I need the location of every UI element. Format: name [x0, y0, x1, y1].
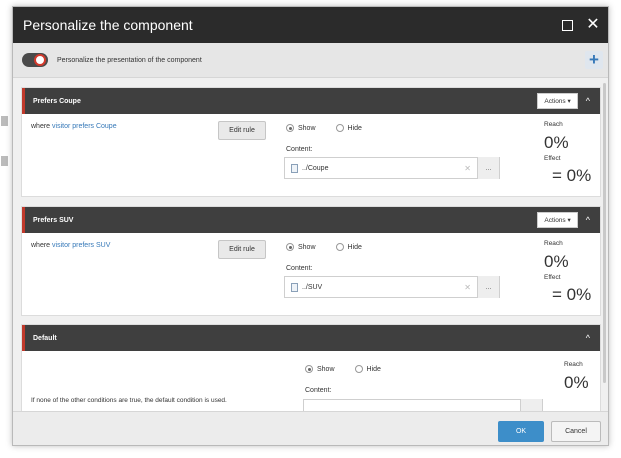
edit-rule-button[interactable]: Edit rule [218, 121, 266, 140]
show-label: Show [298, 243, 316, 251]
actions-dropdown[interactable]: Actions ▾ [537, 93, 578, 109]
rule-header: Default ^ [22, 325, 600, 351]
browse-button[interactable]: ... [477, 157, 499, 179]
personalize-toggle-label: Personalize the presentation of the comp… [57, 56, 202, 64]
rules-list: Prefers Coupe Actions ▾ ^ where visitor … [13, 79, 608, 411]
content-label: Content: [286, 265, 313, 272]
rule-card: Prefers Coupe Actions ▾ ^ where visitor … [21, 87, 601, 197]
scrollbar[interactable] [603, 83, 606, 383]
dialog-title: Personalize the component [23, 17, 193, 33]
close-icon: ✕ [586, 16, 600, 33]
show-radio[interactable] [286, 124, 294, 132]
rule-card: Prefers SUV Actions ▾ ^ where visitor pr… [21, 206, 601, 316]
browse-button[interactable] [520, 399, 542, 411]
show-radio[interactable] [286, 243, 294, 251]
hide-radio[interactable] [335, 243, 344, 251]
content-label: Content: [286, 146, 313, 153]
maximize-button[interactable] [556, 14, 578, 36]
personalize-dialog: Personalize the component ✕ Personalize … [12, 6, 609, 446]
reach-value: 0% [544, 252, 569, 271]
show-hide-options: Show Hide [286, 124, 362, 132]
rule-name: Default [33, 334, 57, 342]
browse-button[interactable]: ... [477, 276, 499, 298]
default-description: If none of the other conditions are true… [31, 397, 227, 404]
actions-label: Actions [544, 217, 566, 224]
effect-value: = 0% [552, 166, 592, 185]
show-label: Show [317, 365, 335, 373]
rule-condition: where visitor prefers Coupe [31, 123, 117, 130]
ok-button[interactable]: OK [498, 421, 544, 442]
reach-label: Reach [544, 121, 563, 128]
background-fragment [1, 116, 8, 126]
show-radio[interactable] [305, 365, 313, 373]
personalize-toggle-bar: Personalize the presentation of the comp… [13, 43, 608, 78]
file-icon [291, 163, 298, 173]
effect-value: = 0% [552, 285, 592, 304]
rule-body: where visitor prefers SUV Edit rule Show… [22, 233, 600, 315]
hide-label: Hide [347, 243, 362, 251]
collapse-icon[interactable]: ^ [586, 333, 590, 343]
caret-down-icon: ▾ [567, 98, 571, 105]
toggle-knob [34, 54, 46, 66]
show-hide-options: Show Hide [305, 365, 381, 373]
hide-label: Hide [347, 124, 362, 132]
reach-value: 0% [544, 133, 569, 152]
reach-label: Reach [564, 361, 583, 368]
content-value: ../Coupe [302, 164, 329, 172]
content-field[interactable]: ../SUV ✕ ... [284, 276, 500, 298]
reach-value: 0% [564, 373, 589, 392]
rule-name: Prefers SUV [33, 216, 74, 224]
clear-icon[interactable]: ✕ [464, 164, 471, 173]
content-value: ../SUV [302, 283, 323, 291]
rule-name: Prefers Coupe [33, 97, 81, 105]
rule-condition: where visitor prefers SUV [31, 242, 110, 249]
hide-radio[interactable] [354, 365, 363, 373]
edit-rule-button[interactable]: Edit rule [218, 240, 266, 259]
background-fragment [1, 156, 8, 166]
condition-link[interactable]: visitor prefers Coupe [52, 123, 117, 130]
personalize-toggle[interactable] [22, 53, 48, 67]
reach-label: Reach [544, 240, 563, 247]
effect-label: Effect [544, 274, 561, 281]
condition-prefix: where [31, 242, 53, 249]
collapse-icon[interactable]: ^ [586, 215, 590, 225]
default-rule-card: Default ^ If none of the other condition… [21, 324, 601, 411]
effect-label: Effect [544, 155, 561, 162]
clear-icon[interactable]: ✕ [464, 283, 471, 292]
actions-dropdown[interactable]: Actions ▾ [537, 212, 578, 228]
show-label: Show [298, 124, 316, 132]
file-icon [291, 282, 298, 292]
dialog-titlebar: Personalize the component ✕ [13, 7, 608, 43]
actions-label: Actions [544, 98, 566, 105]
content-field[interactable]: ../Coupe ✕ ... [284, 157, 500, 179]
caret-down-icon: ▾ [567, 217, 571, 224]
show-hide-options: Show Hide [286, 243, 362, 251]
content-field[interactable] [303, 399, 543, 411]
rule-body: where visitor prefers Coupe Edit rule Sh… [22, 114, 600, 196]
rule-body: If none of the other conditions are true… [22, 351, 600, 411]
add-rule-button[interactable]: + [585, 50, 603, 69]
hide-label: Hide [366, 365, 381, 373]
collapse-icon[interactable]: ^ [586, 96, 590, 106]
condition-prefix: where [31, 123, 53, 130]
maximize-icon [561, 19, 573, 31]
cancel-button[interactable]: Cancel [551, 421, 601, 442]
rule-header: Prefers SUV Actions ▾ ^ [22, 207, 600, 233]
rule-header: Prefers Coupe Actions ▾ ^ [22, 88, 600, 114]
hide-radio[interactable] [335, 124, 344, 132]
close-button[interactable]: ✕ [582, 14, 604, 36]
condition-link[interactable]: visitor prefers SUV [52, 242, 110, 249]
plus-icon: + [589, 50, 599, 69]
content-label: Content: [305, 387, 332, 394]
dialog-footer: OK Cancel [13, 411, 608, 445]
